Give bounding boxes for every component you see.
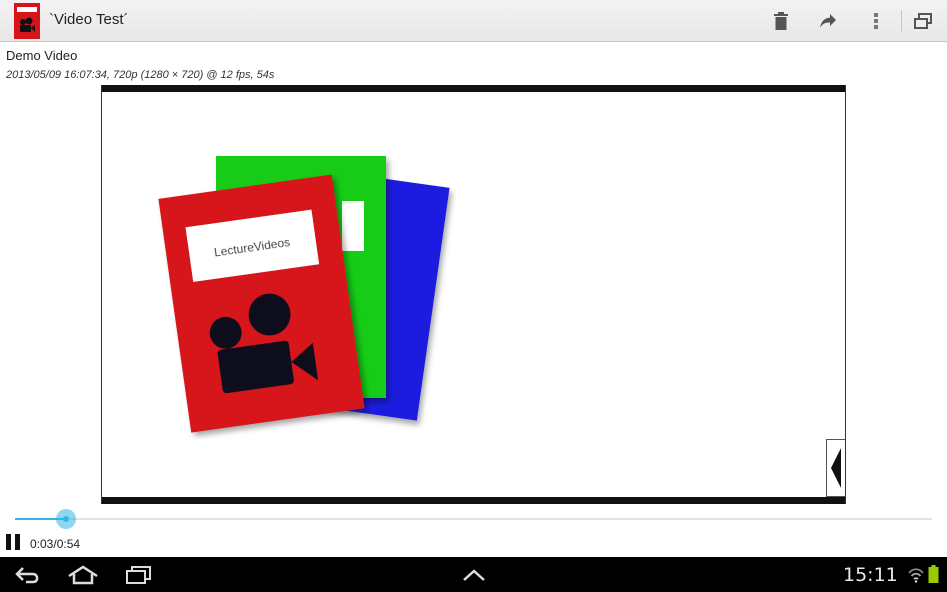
share-icon xyxy=(820,14,836,28)
windows-icon xyxy=(914,13,932,29)
pause-icon-bar xyxy=(15,534,20,550)
home-button[interactable] xyxy=(67,562,99,588)
window-button[interactable] xyxy=(908,6,938,36)
home-icon xyxy=(68,565,98,585)
share-button[interactable] xyxy=(813,6,843,36)
delete-button[interactable] xyxy=(766,6,796,36)
battery-icon xyxy=(928,565,939,583)
menu-up-button[interactable] xyxy=(458,562,490,588)
video-surface[interactable]: LectureVideos xyxy=(101,85,846,504)
system-nav-bar: 15:11 xyxy=(0,557,947,592)
trash-icon xyxy=(774,12,788,30)
video-metadata: 2013/05/09 16:07:34, 720p (1280 × 720) @… xyxy=(6,69,275,81)
seek-track xyxy=(15,518,932,520)
app-title: `Video Test´ xyxy=(49,11,129,28)
pause-icon xyxy=(6,534,11,550)
system-clock: 15:11 xyxy=(843,564,898,586)
back-button[interactable] xyxy=(12,562,44,588)
wifi-icon xyxy=(908,568,924,583)
overflow-menu-icon xyxy=(874,13,878,29)
caret-left-icon xyxy=(831,448,841,488)
up-chevron-icon xyxy=(463,569,485,581)
playback-time: 0:03/0:54 xyxy=(30,537,81,551)
recents-icon xyxy=(126,566,151,584)
status-icons xyxy=(908,565,939,583)
lecturevideos-app-icon[interactable] xyxy=(14,3,40,39)
letterbox-bottom xyxy=(102,497,845,504)
back-icon xyxy=(15,567,39,584)
action-bar: `Video Test´ xyxy=(0,0,947,42)
video-title: Demo Video xyxy=(6,48,78,63)
recents-button[interactable] xyxy=(122,562,154,588)
seek-thumb[interactable] xyxy=(56,509,77,529)
overflow-menu-button[interactable] xyxy=(861,6,891,36)
pause-button[interactable] xyxy=(6,534,22,550)
seek-bar[interactable] xyxy=(15,505,932,533)
screen: `Video Test´ Demo Video 2013/05/09 16:07… xyxy=(0,0,947,592)
action-bar-divider xyxy=(901,10,902,32)
notebooks-illustration: LectureVideos xyxy=(158,156,450,433)
side-panel-handle[interactable] xyxy=(826,439,845,497)
